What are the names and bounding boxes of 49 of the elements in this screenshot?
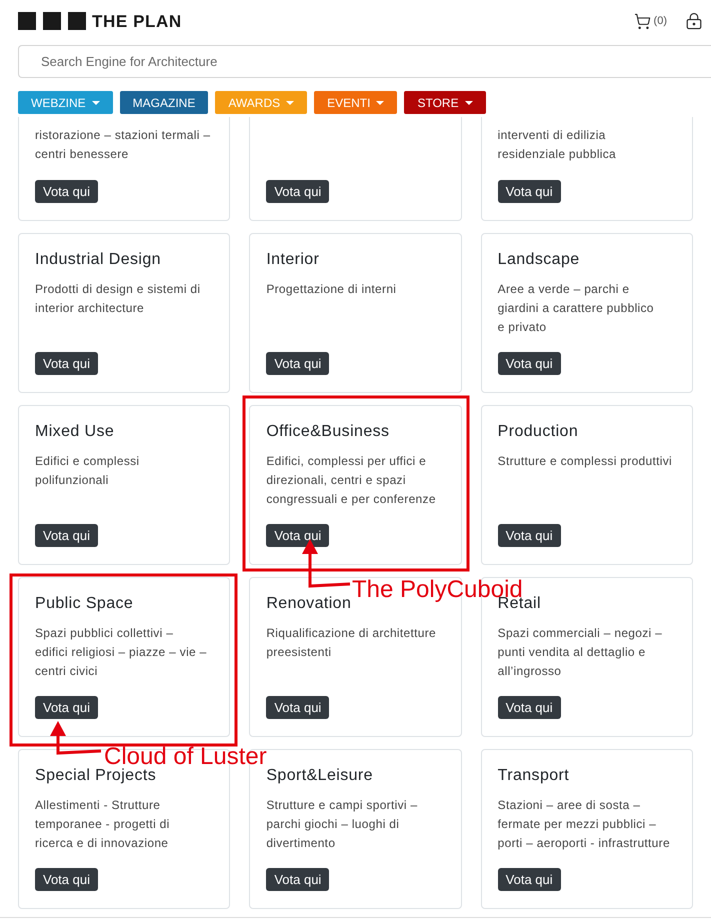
card-title: Mixed Use (35, 422, 114, 442)
card-description: Progettazione di interni (266, 281, 396, 298)
card-description: Prodotti di design e sistemi di interior architecture (35, 281, 200, 317)
card-title: Sport&Leisure (266, 766, 373, 786)
card-description: Allestimenti - Strutture temporanee - progetti di ricerca e di innovazione (35, 797, 170, 852)
vote-button[interactable]: Vota qui (35, 352, 98, 375)
cart-icon[interactable] (634, 12, 651, 30)
vote-button[interactable]: Vota qui (266, 868, 330, 891)
vote-button[interactable]: Vota qui (498, 696, 561, 719)
vote-button[interactable]: Vota qui (498, 180, 561, 203)
card-description: interventi di edilizia residenziale pubblica (498, 127, 616, 163)
lock-icon[interactable] (685, 12, 703, 30)
card-description: Stazioni – aree di sosta – fermate per mezzi pubblici – porti – aeroporti - infrastrutture (498, 797, 670, 852)
card-description: Spazi pubblici collettivi – edifici religiosi – piazze – vie – centri civici (35, 625, 207, 680)
vote-button[interactable]: Vota qui (35, 180, 98, 203)
search-field[interactable]: Search Engine for Architecture (18, 45, 711, 78)
card-title: Transport (498, 766, 570, 786)
card-title: Landscape (498, 250, 580, 270)
vote-button[interactable]: Vota qui (498, 868, 561, 891)
annotation-arrow (50, 721, 102, 755)
card-title: Production (498, 422, 578, 442)
vote-button[interactable]: Vota qui (266, 696, 330, 719)
vote-button[interactable]: Vota qui (498, 352, 561, 375)
cart-count: (0) (654, 16, 667, 26)
card-description: ristorazione – stazioni termali – centri benessere (35, 127, 210, 163)
nav-button[interactable]: MAGAZINE (120, 91, 208, 114)
card-title: Industrial Design (35, 250, 161, 270)
vote-button[interactable]: Vota qui (35, 868, 98, 891)
card-description: Edifici, complessi per uffici e direzionali, centri e spazi congressuali e per conferenze (266, 453, 436, 508)
card-description: Edifici e complessi polifunzionali (35, 453, 140, 489)
vote-button[interactable]: Vota qui (498, 524, 561, 547)
logo-icon (18, 12, 86, 30)
card-description: Aree a verde – parchi e giardini a carattere pubblico e privato (498, 281, 654, 336)
vote-button[interactable]: Vota qui (35, 524, 98, 547)
card-description: Strutture e campi sportivi – parchi giochi – luoghi di divertimento (266, 797, 418, 852)
nav-button[interactable]: STORE (404, 91, 486, 114)
card-description: Strutture e complessi produttivi (498, 453, 672, 470)
card-description: Riqualificazione di architetture preesistenti (266, 625, 436, 661)
logo-text: THE PLAN (92, 12, 182, 30)
vote-button[interactable]: Vota qui (35, 696, 98, 719)
card-description: Spazi commerciali – negozi – punti vendita al dettaglio e all’ingrosso (498, 625, 662, 680)
annotation-arrow (302, 539, 350, 588)
card-title: Special Projects (35, 766, 156, 786)
card-title: Public Space (35, 594, 134, 614)
card-title: Interior (266, 250, 320, 270)
card-title: Renovation (266, 594, 352, 614)
card-title: Office&Business (266, 422, 390, 442)
vote-button[interactable]: Vota qui (266, 352, 330, 375)
vote-button[interactable]: Vota qui (266, 180, 330, 203)
